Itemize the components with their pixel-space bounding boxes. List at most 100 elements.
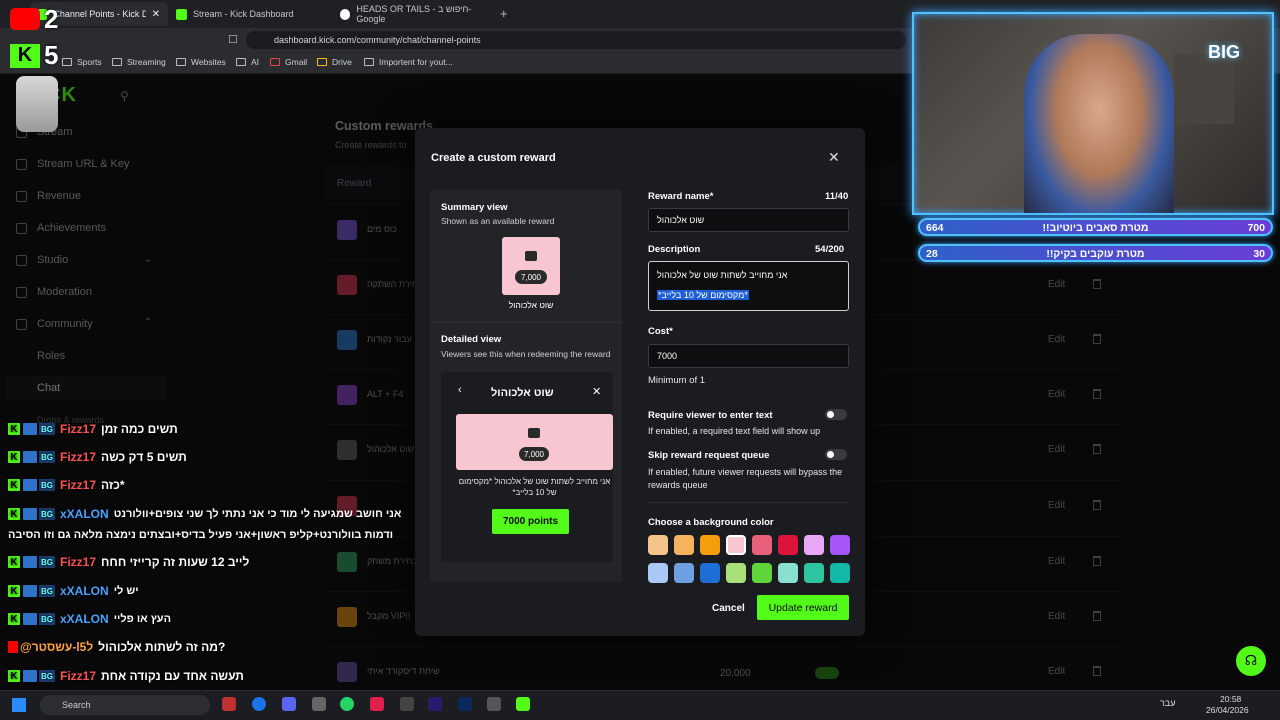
back-chevron-icon[interactable]: ‹ <box>458 384 462 396</box>
color-swatch[interactable] <box>752 563 772 583</box>
subscriber-badge-icon <box>23 423 37 435</box>
windows-start-icon[interactable] <box>12 698 26 712</box>
chat-message: K BG Fizz17 לייב 12 שעות זה קרייזי חחח <box>8 553 249 571</box>
bookmark-drive[interactable]: Drive <box>317 57 352 67</box>
score-kick: 5 <box>44 40 59 70</box>
webcam-feed: BIG <box>912 12 1274 215</box>
subscriber-badge-icon <box>23 613 37 625</box>
bookmark-icon[interactable]: ☐ <box>228 33 238 46</box>
photoshop-icon[interactable] <box>458 697 472 711</box>
chat-message: K BG xXALON אני חושב שמגיעה לי מוד כי אני נ… <box>8 505 401 523</box>
color-swatch[interactable] <box>778 535 798 555</box>
drive-icon <box>317 58 327 66</box>
kick-app-icon[interactable] <box>516 697 530 711</box>
color-swatch[interactable] <box>830 535 850 555</box>
chat-text: ודמות בוולורנט+קליפ ראשון+אני פעיל בדיס+… <box>8 529 394 541</box>
color-swatch[interactable] <box>700 535 720 555</box>
reward-name-counter: 11/40 <box>825 191 849 202</box>
chat-username[interactable]: xXALON <box>60 507 109 521</box>
tab-stream[interactable]: Stream - Kick Dashboard <box>168 2 332 26</box>
reward-name-label: Reward name* <box>648 191 714 202</box>
cost-input[interactable] <box>648 344 849 368</box>
require-text-toggle[interactable] <box>825 409 847 420</box>
description-label: Description <box>648 244 701 255</box>
app-icon[interactable] <box>370 697 384 711</box>
goal-title: !!מטרת סאבים ביוטיוב <box>1042 222 1149 234</box>
color-swatch[interactable] <box>648 535 668 555</box>
chat-text: תשים 5 דק כשה <box>101 450 187 464</box>
taskbar-search[interactable]: Search <box>40 695 210 715</box>
subscriber-badge-icon <box>23 508 37 520</box>
chat-username[interactable]: Fizz17 <box>60 478 96 492</box>
cancel-button[interactable]: Cancel <box>712 603 745 614</box>
channel-badge-icon: BG <box>39 556 55 568</box>
app-icon[interactable] <box>222 697 236 711</box>
detailed-reward-card: 7,000 <box>456 414 613 470</box>
new-tab-icon[interactable]: + <box>500 6 508 21</box>
goal-bar-youtube: 664 !!מטרת סאבים ביוטיוב 700 <box>918 218 1273 236</box>
gift-icon <box>528 428 540 438</box>
cost-label: Cost* <box>648 326 673 337</box>
bookmark-sports[interactable]: Sports <box>62 57 102 67</box>
discord-icon[interactable] <box>282 697 296 711</box>
settings-icon[interactable] <box>312 697 326 711</box>
detailed-card: ‹ שוט אלכוהול ✕ 7,000 אני מחוייב לשתות ש… <box>441 372 613 562</box>
skip-queue-toggle[interactable] <box>825 449 847 460</box>
channel-badge-icon: BG <box>39 508 55 520</box>
summary-view-subtitle: Shown as an available reward <box>441 216 555 226</box>
description-textarea[interactable]: אני מחוייב לשתות שוט של אלכוהול *מקסימום… <box>648 261 849 311</box>
close-tab-icon[interactable]: ✕ <box>152 9 160 20</box>
chat-username[interactable]: Fizz17 <box>60 669 96 683</box>
gmail-icon <box>270 58 280 66</box>
color-swatch[interactable] <box>726 563 746 583</box>
chat-username[interactable]: Fizz17 <box>60 422 96 436</box>
support-chat-icon[interactable]: ☊ <box>1236 646 1266 676</box>
color-swatch[interactable] <box>674 535 694 555</box>
url-input[interactable]: dashboard.kick.com/community/chat/channe… <box>246 31 906 49</box>
kick-badge-icon: K <box>8 556 20 568</box>
redeem-points-button[interactable]: 7000 points <box>492 509 569 534</box>
color-swatch[interactable] <box>804 535 824 555</box>
reward-name-input[interactable] <box>648 208 849 232</box>
color-swatch[interactable] <box>700 563 720 583</box>
color-swatch[interactable] <box>804 563 824 583</box>
chrome-icon[interactable] <box>252 697 266 711</box>
kick-badge-icon: K <box>8 613 20 625</box>
color-swatch[interactable] <box>778 563 798 583</box>
chat-username[interactable]: Fizz17 <box>60 450 96 464</box>
clock-date[interactable]: 26/04/2026 <box>1206 705 1249 715</box>
language-indicator[interactable]: עבר <box>1160 698 1175 708</box>
chat-username[interactable]: xXALON <box>60 612 109 626</box>
chat-username[interactable]: xXALON <box>60 584 109 598</box>
premiere-icon[interactable] <box>428 697 442 711</box>
clock-time[interactable]: 20:58 <box>1220 694 1241 704</box>
bookmark-label: Sports <box>77 57 102 67</box>
taskbar-search-label: Search <box>62 700 91 710</box>
bookmark-websites[interactable]: Websites <box>176 57 226 67</box>
close-icon[interactable]: ✕ <box>592 385 601 398</box>
bookmark-importent[interactable]: Importent for yout... <box>364 57 453 67</box>
bookmark-streaming[interactable]: Streaming <box>112 57 166 67</box>
chat-message: ודמות בוולורנט+קליפ ראשון+אני פעיל בדיס+… <box>8 526 393 544</box>
color-swatch[interactable] <box>752 535 772 555</box>
chat-username[interactable]: @עשסטר-l5ל <box>20 640 93 654</box>
color-swatch[interactable] <box>726 535 746 555</box>
color-swatch[interactable] <box>674 563 694 583</box>
close-icon[interactable]: ✕ <box>828 149 840 166</box>
gear-icon[interactable] <box>487 697 501 711</box>
tab-google[interactable]: HEADS OR TAILS - חיפוש ב-Google <box>332 2 500 26</box>
color-swatch[interactable] <box>830 563 850 583</box>
chat-text: כזה* <box>101 478 125 492</box>
color-swatch[interactable] <box>648 563 668 583</box>
obs-icon[interactable] <box>400 697 414 711</box>
detailed-view-subtitle: Viewers see this when redeeming the rewa… <box>441 349 611 359</box>
goal-title: !!מטרת עוקבים בקיק <box>1046 248 1145 260</box>
bookmark-label: AI <box>251 57 260 67</box>
kick-logo-icon: K <box>10 44 40 68</box>
chat-text: יש לי <box>113 585 139 597</box>
chat-username[interactable]: Fizz17 <box>60 555 96 569</box>
bookmark-gmail[interactable]: Gmail <box>270 57 307 67</box>
bookmark-ai[interactable]: AI <box>236 57 259 67</box>
whatsapp-icon[interactable] <box>340 697 354 711</box>
update-reward-button[interactable]: Update reward <box>757 595 849 620</box>
